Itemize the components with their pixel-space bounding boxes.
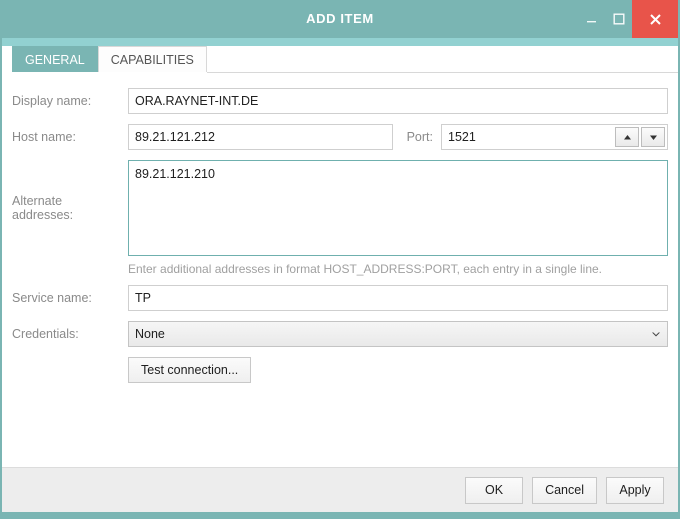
port-spinner [441,124,668,150]
apply-button[interactable]: Apply [606,477,664,504]
test-connection-row: Test connection... [128,357,668,383]
host-name-label: Host name: [12,130,128,144]
credentials-select-wrap: None [128,321,668,347]
display-name-row: Display name: [12,88,668,114]
window-title: ADD ITEM [2,0,678,38]
tab-bar: GENERAL CAPABILITIES [2,46,678,80]
general-tab-panel: Display name: Host name: Port: [2,80,678,467]
minimize-icon [586,14,597,25]
dialog-footer: OK Cancel Apply [2,467,678,512]
alternate-addresses-hint: Enter additional addresses in format HOS… [128,262,668,276]
maximize-button[interactable] [605,0,632,38]
display-name-label: Display name: [12,94,128,108]
service-name-row: Service name: [12,285,668,311]
service-name-input[interactable] [128,285,668,311]
close-icon [649,13,662,26]
test-connection-button[interactable]: Test connection... [128,357,251,383]
credentials-label: Credentials: [12,327,128,341]
tab-capabilities[interactable]: CAPABILITIES [98,46,207,72]
title-accent-strip [2,38,678,46]
credentials-row: Credentials: None [12,321,668,347]
ok-button[interactable]: OK [465,477,523,504]
tab-general[interactable]: GENERAL [12,46,98,72]
port-decrement-button[interactable] [641,127,665,147]
tab-filler [207,46,678,73]
display-name-input[interactable] [128,88,668,114]
port-increment-button[interactable] [615,127,639,147]
alternate-addresses-label: Alternate addresses: [12,194,128,222]
alternate-addresses-row: Alternate addresses: 89.21.121.210 [12,160,668,256]
chevron-down-icon [649,134,658,141]
host-name-row: Host name: Port: [12,124,668,150]
window-controls [578,0,678,38]
alternate-addresses-textarea[interactable]: 89.21.121.210 [128,160,668,256]
cancel-button[interactable]: Cancel [532,477,597,504]
port-label: Port: [393,130,441,144]
title-bar: ADD ITEM [2,0,678,38]
service-name-label: Service name: [12,291,128,305]
credentials-select[interactable]: None [128,321,668,347]
minimize-button[interactable] [578,0,605,38]
maximize-icon [613,13,625,25]
host-name-input[interactable] [128,124,393,150]
add-item-dialog: ADD ITEM GENERAL CAPABILITIES [0,0,680,519]
chevron-up-icon [623,134,632,141]
port-input[interactable] [442,125,615,149]
close-button[interactable] [632,0,678,38]
